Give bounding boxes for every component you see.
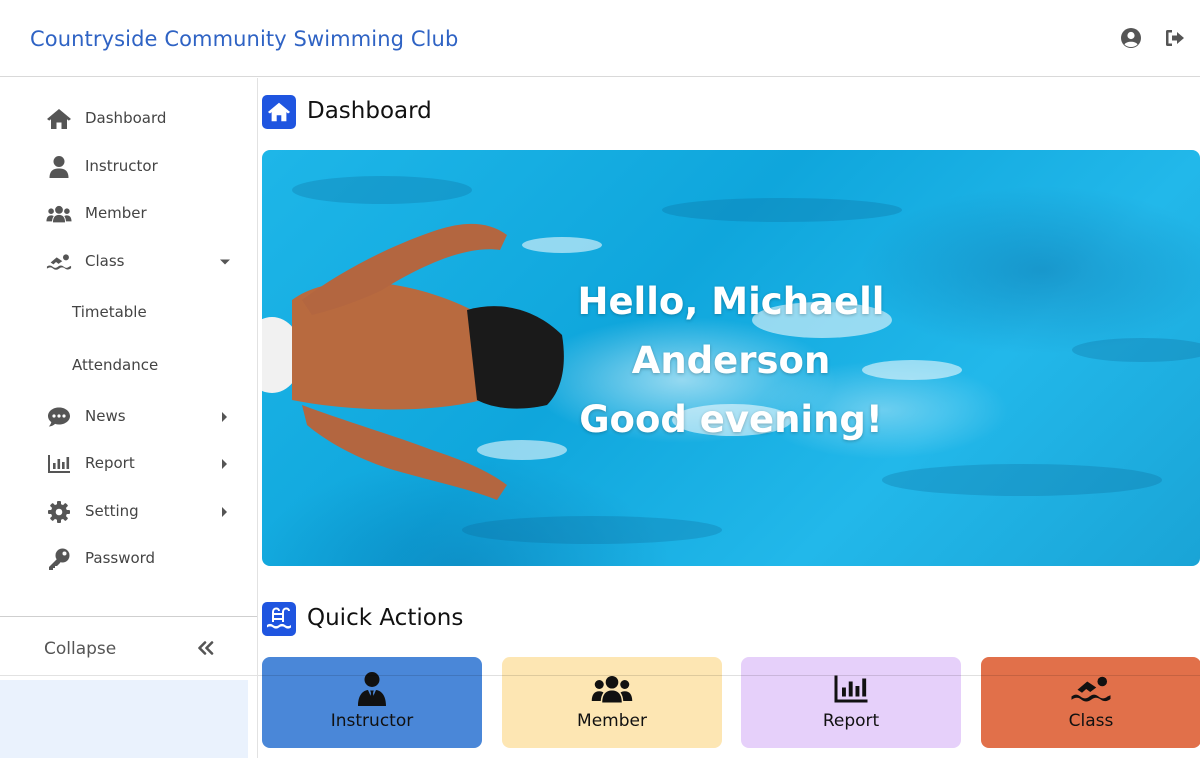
key-icon	[46, 547, 72, 571]
quick-action-instructor[interactable]: Instructor	[262, 657, 482, 748]
collapse-button[interactable]: Collapse	[0, 616, 257, 676]
sidebar-item-report[interactable]: Report	[0, 442, 257, 486]
greeting-name-line1: Hello, Michaell	[577, 280, 885, 323]
divider	[258, 675, 1200, 676]
caret-right-icon	[219, 457, 229, 469]
sidebar-item-label: Password	[85, 549, 156, 567]
sidebar-item-news[interactable]: News	[0, 395, 257, 439]
hero-banner: Hello, Michaell Anderson Good evening!	[262, 150, 1200, 566]
sidebar-item-label: Dashboard	[85, 109, 167, 127]
users-icon	[502, 671, 722, 707]
user-icon	[46, 155, 72, 179]
bar-chart-icon	[741, 671, 961, 707]
section-title: Quick Actions	[307, 605, 464, 631]
sidebar-item-label: News	[85, 407, 126, 425]
double-chevron-left-icon	[197, 641, 215, 655]
sidebar-subitem-timetable[interactable]: Timetable	[0, 291, 257, 335]
quick-action-class[interactable]: Class	[981, 657, 1200, 748]
user-circle-icon[interactable]	[1120, 27, 1142, 49]
quick-action-label: Class	[1068, 711, 1114, 731]
quick-action-member[interactable]: Member	[502, 657, 722, 748]
top-bar: Countryside Community Swimming Club	[0, 0, 1200, 77]
caret-right-icon	[219, 505, 229, 517]
sidebar-item-dashboard[interactable]: Dashboard	[0, 97, 257, 141]
sidebar-item-instructor[interactable]: Instructor	[0, 145, 257, 189]
quick-action-label: Instructor	[330, 711, 414, 731]
sidebar-item-member[interactable]: Member	[0, 192, 257, 236]
users-icon	[46, 202, 72, 226]
sidebar-subitem-label: Attendance	[72, 356, 159, 374]
chat-icon	[46, 405, 72, 429]
page-title: Dashboard	[307, 98, 432, 124]
swimmer-icon	[981, 671, 1200, 707]
quick-action-label: Report	[822, 711, 880, 731]
sidebar-item-label: Member	[85, 204, 147, 222]
greeting-message: Good evening!	[579, 398, 883, 441]
quick-action-label: Member	[577, 711, 647, 731]
sidebar: Dashboard Instructor Member Class Timeta…	[0, 78, 258, 758]
sidebar-item-class[interactable]: Class	[0, 240, 257, 284]
swimmer-icon	[46, 250, 72, 274]
sign-out-icon[interactable]	[1164, 27, 1186, 49]
greeting-name-line2: Anderson	[631, 339, 831, 382]
home-icon	[262, 95, 296, 129]
sidebar-item-password[interactable]: Password	[0, 537, 257, 581]
sidebar-subitem-attendance[interactable]: Attendance	[0, 344, 257, 388]
gear-icon	[46, 500, 72, 524]
sidebar-item-label: Report	[85, 454, 135, 472]
collapse-label: Collapse	[44, 639, 117, 659]
sidebar-item-label: Class	[85, 252, 125, 270]
sidebar-item-label: Setting	[85, 502, 139, 520]
sidebar-item-label: Instructor	[85, 157, 158, 175]
sidebar-footer-panel	[0, 680, 248, 758]
pool-icon	[262, 602, 296, 636]
app-title[interactable]: Countryside Community Swimming Club	[30, 27, 458, 51]
quick-action-report[interactable]: Report	[741, 657, 961, 748]
sidebar-subitem-label: Timetable	[72, 303, 147, 321]
bar-chart-icon	[46, 452, 72, 476]
home-icon	[46, 107, 72, 131]
caret-right-icon	[219, 410, 229, 422]
user-tie-icon	[262, 671, 482, 707]
caret-down-icon	[219, 255, 230, 267]
sidebar-item-setting[interactable]: Setting	[0, 490, 257, 534]
